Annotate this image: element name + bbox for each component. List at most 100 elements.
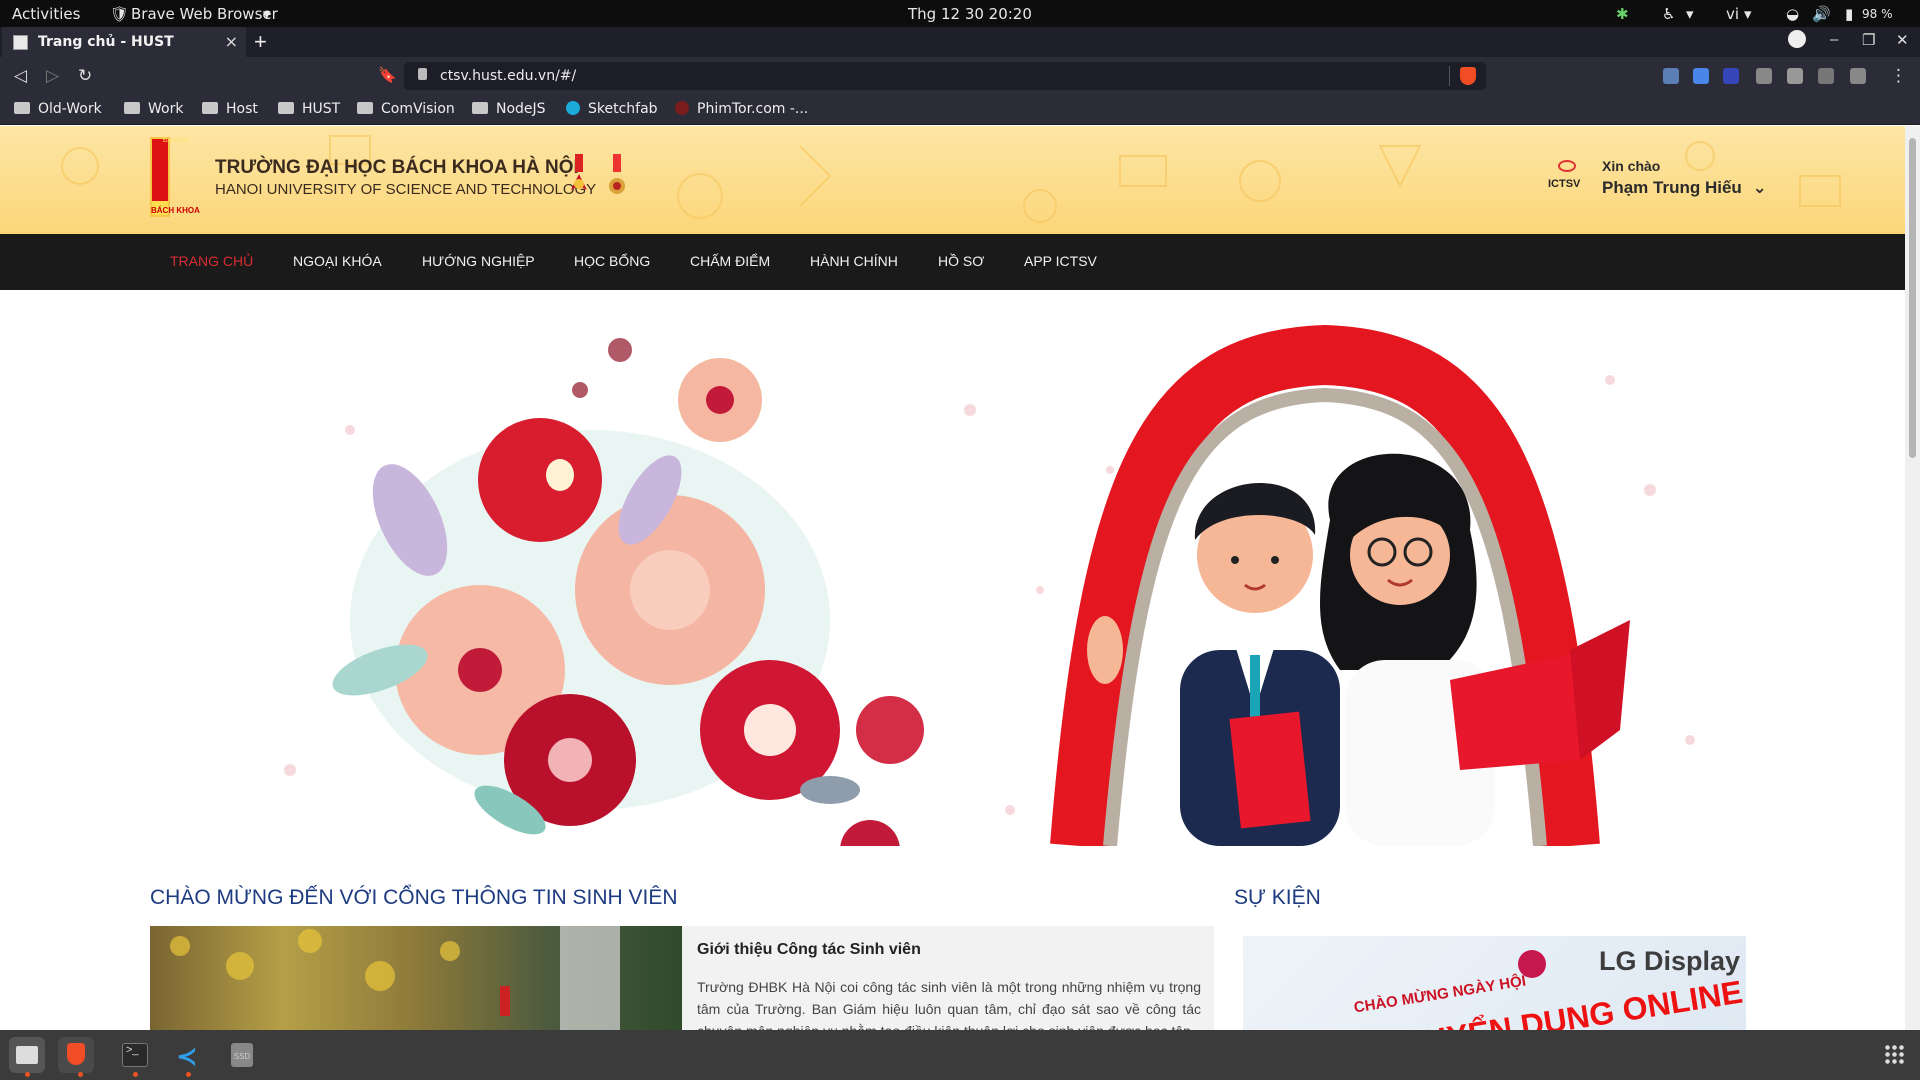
menu-hoc-bong[interactable]: HỌC BỔNG [574,253,650,269]
extensions-puzzle-icon[interactable] [1787,68,1803,84]
bookmark-icon[interactable]: 🔖 [378,66,397,84]
back-icon[interactable]: ◁ [14,66,27,86]
phimtor-icon [675,101,689,115]
campus-tree-image [170,926,620,1030]
menu-hanh-chinh[interactable]: HÀNH CHÍNH [810,253,898,269]
tab-strip: Trang chủ - HUST × + – ❐ ✕ [0,27,1920,57]
running-indicator [186,1072,191,1077]
scrollbar-thumb[interactable] [1909,138,1916,458]
event-banner[interactable]: LG Display CHÀO MỪNG NGÀY HỘI TUYỂN DỤNG… [1243,936,1746,1030]
ictsv-logo-mark [1558,160,1576,172]
event-brand: LG Display [1598,946,1740,976]
bookmark-nodejs[interactable]: NodeJS [472,101,546,117]
browser-menu-icon[interactable]: ⋮ [1890,66,1907,86]
close-window-icon[interactable]: ✕ [1896,31,1909,49]
ssd-icon[interactable]: SSD [224,1037,260,1073]
bookmark-old-work[interactable]: Old-Work [14,101,102,117]
volume-icon[interactable]: 🔊 [1812,5,1831,23]
bookmark-label: NodeJS [496,101,546,117]
address-bar[interactable] [404,62,1486,90]
intro-heading[interactable]: Giới thiệu Công tác Sinh viên [697,941,921,959]
vscode-glyph: ≺ [176,1041,198,1071]
minimize-icon[interactable]: – [1830,31,1838,48]
extension-b-icon[interactable] [1723,68,1739,84]
menu-huong-nghiep[interactable]: HƯỚNG NGHIỆP [422,253,535,269]
terminal-glyph: >_ [122,1043,148,1067]
user-menu[interactable]: Phạm Trung Hiếu ⌄ [1602,178,1767,198]
flower-bouquet [332,338,924,846]
folder-icon [124,102,140,114]
extension-pen-icon[interactable] [1663,68,1679,84]
event-line-2: TUYỂN DỤNG ONLINE [1402,973,1745,1030]
address-separator [1449,66,1450,86]
greeting-text: Xin chào [1602,158,1661,174]
accessibility-arrow[interactable]: ▾ [1686,5,1694,23]
navigation-bar: ◁ ▷ ↻ 🔖 ⋮ [0,57,1920,95]
wallet-icon[interactable] [1850,68,1866,84]
terminal-icon[interactable]: >_ [117,1037,153,1073]
clock[interactable]: Thg 12 30 20:20 [908,5,1032,23]
forward-icon[interactable]: ▷ [46,66,59,86]
user-name: Phạm Trung Hiếu [1602,178,1742,197]
bookmark-host[interactable]: Host [202,101,258,117]
menu-app-ictsv[interactable]: APP ICTSV [1024,253,1097,269]
language-arrow[interactable]: ▾ [1744,5,1752,23]
intro-text: Trường ĐHBK Hà Nội coi công tác sinh viê… [697,979,1201,1030]
menu-trang-chu[interactable]: TRANG CHỦ [170,253,253,269]
app-menu[interactable]: Brave Web Browser [131,5,278,23]
new-tab-button[interactable]: + [254,29,267,55]
folder-icon [472,102,488,114]
folder-icon [357,102,373,114]
bookmark-label: HUST [302,101,341,117]
logo-text-bottom: BÁCH KHOA [151,206,200,215]
extension-window-icon[interactable] [1756,68,1772,84]
bookmarks-bar: Old-Work Work Host HUST ComVision NodeJS… [0,95,1920,125]
battery-icon[interactable]: ▮ [1845,5,1853,23]
brave-shields-icon[interactable] [1460,67,1476,85]
battery-percent: 98 % [1862,7,1893,21]
bookmark-label: Host [226,101,258,117]
bookmark-sketchfab[interactable]: Sketchfab [566,101,658,117]
show-applications-icon[interactable] [1884,1044,1906,1066]
accessibility-icon[interactable]: ♿ [1662,5,1675,23]
menu-ho-so[interactable]: HỒ SƠ [938,253,984,269]
playlist-icon[interactable] [1818,68,1834,84]
menu-ngoai-khoa[interactable]: NGOẠI KHÓA [293,253,382,269]
hero-illustration [284,324,1695,846]
status-extension-icon[interactable]: ✱ [1616,5,1629,23]
url-input[interactable] [440,65,1220,87]
translate-icon[interactable] [1693,68,1709,84]
bookmark-label: PhimTor.com -... [697,101,809,117]
files-icon[interactable] [9,1037,45,1073]
app-menu-arrow[interactable]: ▾ [263,5,271,23]
profile-icon[interactable] [1788,30,1806,48]
intro-card[interactable]: Giới thiệu Công tác Sinh viên Trường ĐHB… [682,926,1214,1030]
vscode-icon[interactable]: ≺ [170,1037,206,1073]
activities-button[interactable]: Activities [12,5,80,23]
site-header: ĐẠI HỌC BÁCH KHOA TRƯỜNG ĐẠI HỌC BÁCH KH… [0,126,1905,234]
page-scrollbar[interactable] [1905,126,1920,1030]
hust-logo[interactable] [150,137,170,217]
tab-trang-chu[interactable]: Trang chủ - HUST × [2,27,246,57]
tab-close-icon[interactable]: × [225,32,238,51]
folder-icon [202,102,218,114]
bookmark-phimtor[interactable]: PhimTor.com -... [675,101,808,117]
ictsv-logo: ICTSV [1548,158,1586,198]
running-indicator [78,1072,83,1077]
intro-photo[interactable] [150,926,682,1030]
ictsv-label: ICTSV [1548,178,1581,190]
wifi-icon[interactable]: ◒ [1786,5,1799,23]
event-line-1: CHÀO MỪNG NGÀY HỘI [1352,972,1528,1017]
language-indicator[interactable]: vi [1726,5,1739,23]
bookmark-hust[interactable]: HUST [278,101,340,117]
chevron-down-icon: ⌄ [1752,178,1767,197]
restore-icon[interactable]: ❐ [1862,31,1875,49]
folder-glyph [16,1046,38,1064]
reload-icon[interactable]: ↻ [78,66,92,86]
medal-icon [609,154,625,194]
bookmark-work[interactable]: Work [124,101,183,117]
menu-cham-diem[interactable]: CHẤM ĐIỂM [690,253,770,269]
os-top-bar: Activities 🛡 Brave Web Browser ▾ Thg 12 … [0,0,1920,27]
brave-icon[interactable] [58,1037,94,1073]
bookmark-comvision[interactable]: ComVision [357,101,455,117]
